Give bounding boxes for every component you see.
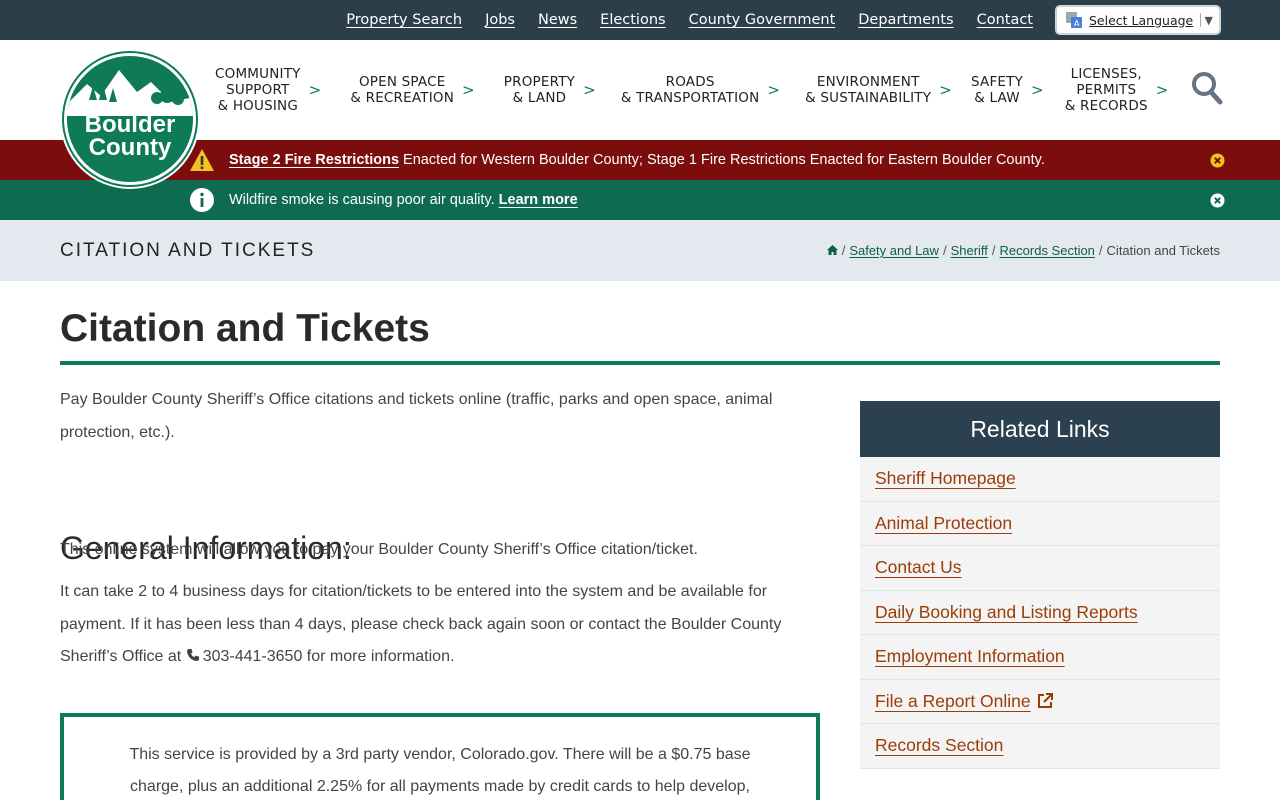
chevron-right-icon: > (1031, 81, 1044, 99)
fire-alert-text: Enacted for Western Boulder County; Stag… (403, 152, 1045, 168)
list-item: Daily Booking and Listing Reports (860, 591, 1220, 635)
primary-nav: COMMUNITY SUPPORT & HOUSING > OPEN SPACE & … (215, 40, 1177, 140)
chevron-right-icon: > (939, 81, 952, 99)
nav-label: COMMUNITY SUPPORT & HOUSING (215, 66, 301, 114)
nav-open-space-recreation[interactable]: OPEN SPACE & RECREATION > (350, 74, 482, 106)
top-link-contact[interactable]: Contact (977, 12, 1033, 28)
learn-more-link[interactable]: Learn more (499, 192, 578, 208)
google-translate-icon: A (1065, 12, 1083, 28)
related-links-list: Sheriff Homepage Animal Protection Conta… (860, 457, 1220, 769)
related-link-contact-us[interactable]: Contact Us (875, 557, 962, 578)
top-link-departments[interactable]: Departments (858, 12, 953, 28)
related-link-daily-booking[interactable]: Daily Booking and Listing Reports (875, 602, 1138, 623)
smoke-alert-message: Wildfire smoke is causing poor air quali… (229, 180, 582, 220)
smoke-alert-text: Wildfire smoke is causing poor air quali… (229, 192, 495, 208)
close-icon[interactable] (1210, 193, 1225, 208)
top-link-news[interactable]: News (538, 12, 577, 28)
external-link-icon (1036, 692, 1054, 710)
logo-badge: Boulder County (64, 53, 196, 185)
page-title-bar: CITATION AND TICKETS / Safety and Law / … (0, 220, 1280, 281)
search-button[interactable] (1190, 70, 1224, 106)
main-content: Pay Boulder County Sheriff’s Office cita… (60, 384, 820, 665)
breadcrumb-separator: / (942, 243, 947, 258)
related-link-file-a-report[interactable]: File a Report Online (875, 691, 1031, 712)
search-icon (1192, 72, 1223, 105)
fire-restrictions-link[interactable]: Stage 2 Fire Restrictions (229, 152, 399, 168)
language-label: Select Language (1089, 12, 1194, 28)
nav-label: OPEN SPACE & RECREATION (350, 74, 454, 106)
breadcrumb-safety-and-law[interactable]: Safety and Law (849, 243, 939, 258)
processing-time-paragraph: It can take 2 to 4 business days for cit… (60, 576, 800, 674)
online-system-paragraph: This online system will allow you to pay… (60, 541, 698, 558)
nav-roads-transportation[interactable]: ROADS & TRANSPORTATION > (621, 74, 788, 106)
top-link-county-government[interactable]: County Government (689, 12, 836, 28)
language-divider (1199, 13, 1201, 27)
nav-label: ENVIRONMENT & SUSTAINABILITY (805, 74, 932, 106)
chevron-right-icon: > (308, 81, 322, 99)
utility-bar: Property Search Jobs News Elections Coun… (0, 0, 1280, 40)
list-item: Animal Protection (860, 502, 1220, 546)
nav-label: PROPERTY & LAND (503, 74, 576, 106)
related-links-heading: Related Links (860, 401, 1220, 457)
boulder-county-logo[interactable]: Boulder County (60, 49, 200, 189)
nav-label: SAFETY & LAW (970, 74, 1024, 106)
list-item: Employment Information (860, 635, 1220, 680)
nav-licenses-permits-records[interactable]: LICENSES, PERMITS & RECORDS > (1065, 66, 1177, 114)
chevron-right-icon: > (767, 81, 781, 99)
related-links-sidebar: Related Links Sheriff Homepage Animal Pr… (860, 401, 1220, 769)
vendor-notice-box: This service is provided by a 3rd party … (60, 713, 820, 800)
list-item: File a Report Online (860, 680, 1220, 724)
top-link-jobs[interactable]: Jobs (485, 12, 515, 28)
language-selector[interactable]: A Select Language ▼ (1056, 6, 1220, 34)
page-title: CITATION AND TICKETS (60, 239, 316, 261)
nav-safety-law[interactable]: SAFETY & LAW > (971, 74, 1052, 106)
close-icon[interactable] (1210, 153, 1225, 168)
list-item: Contact Us (860, 546, 1220, 591)
sheriff-phone-link[interactable]: 303-441-3650 (203, 648, 303, 665)
dropdown-arrow-icon: ▼ (1204, 13, 1213, 27)
breadcrumb-records-section[interactable]: Records Section (1000, 243, 1095, 258)
more-info-text: for more information. (306, 648, 455, 665)
chevron-right-icon: > (583, 81, 596, 99)
svg-text:A: A (1074, 19, 1080, 28)
top-link-elections[interactable]: Elections (600, 12, 665, 28)
chevron-right-icon: > (1155, 81, 1169, 99)
list-item: Sheriff Homepage (860, 457, 1220, 502)
logo-line-2: County (88, 134, 172, 161)
nav-label: LICENSES, PERMITS & RECORDS (1064, 66, 1148, 114)
top-link-property-search[interactable]: Property Search (346, 12, 462, 28)
vendor-notice-text: This service is provided by a 3rd party … (129, 746, 751, 795)
mountains-icon (67, 70, 193, 116)
logo-line-1: Boulder (84, 111, 176, 138)
related-link-animal-protection[interactable]: Animal Protection (875, 513, 1012, 534)
list-item: Records Section (860, 724, 1220, 769)
fire-alert-message: Stage 2 Fire Restrictions Enacted for We… (229, 140, 1045, 180)
breadcrumb-separator: / (991, 243, 996, 258)
nav-label: ROADS & TRANSPORTATION (620, 74, 760, 106)
logo-text: Boulder County (67, 111, 193, 161)
related-link-employment-information[interactable]: Employment Information (875, 646, 1065, 667)
related-link-records-section[interactable]: Records Section (875, 735, 1003, 756)
chevron-right-icon: > (462, 81, 475, 99)
air-quality-alert: Wildfire smoke is causing poor air quali… (0, 180, 1280, 220)
breadcrumb-separator: / (841, 243, 846, 258)
home-icon[interactable] (826, 243, 838, 258)
nav-environment-sustainability[interactable]: ENVIRONMENT & SUSTAINABILITY > (805, 74, 960, 106)
breadcrumb-current: Citation and Tickets (1106, 243, 1220, 258)
main-header: Boulder County COMMUNITY SUPPORT & HOUSING… (0, 40, 1280, 189)
heading-divider (60, 361, 1220, 365)
phone-icon (186, 642, 200, 661)
nav-property-land[interactable]: PROPERTY & LAND > (504, 74, 604, 106)
breadcrumb-sheriff[interactable]: Sheriff (951, 243, 988, 258)
utility-links: Property Search Jobs News Elections Coun… (346, 0, 1033, 40)
page-heading: Citation and Tickets (60, 307, 430, 350)
intro-paragraph: Pay Boulder County Sheriff’s Office cita… (60, 391, 773, 441)
related-link-sheriff-homepage[interactable]: Sheriff Homepage (875, 468, 1016, 489)
breadcrumb: / Safety and Law / Sheriff / Records Sec… (826, 220, 1220, 281)
nav-community-support-housing[interactable]: COMMUNITY SUPPORT & HOUSING > (215, 66, 329, 114)
breadcrumb-separator: / (1098, 243, 1103, 258)
info-icon (189, 187, 215, 213)
